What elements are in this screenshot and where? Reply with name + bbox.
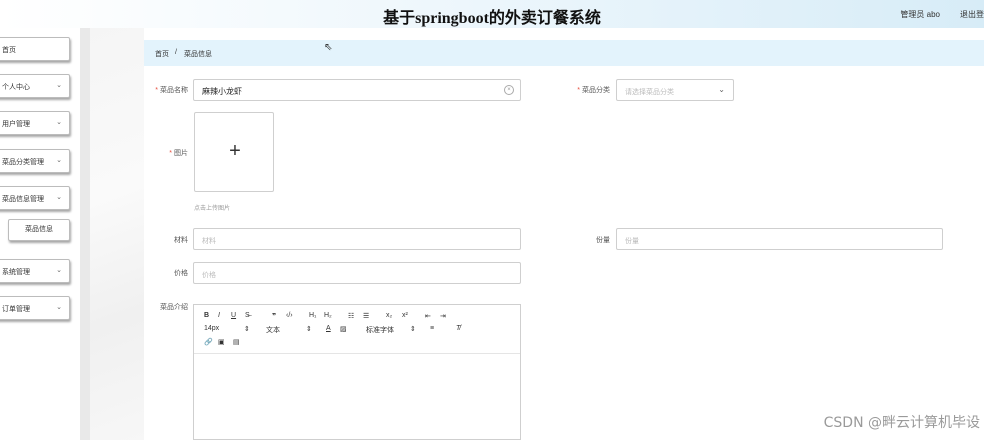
material-input[interactable]: 材料 bbox=[193, 228, 521, 250]
chevron-down-icon: ⌄ bbox=[718, 85, 725, 94]
app-title: 基于springboot的外卖订餐系统 bbox=[383, 10, 601, 27]
weight-label: 份量 bbox=[596, 237, 610, 244]
sidebar-item-label: 系统管理 bbox=[2, 269, 30, 276]
editor-content-area[interactable] bbox=[194, 354, 520, 439]
mouse-cursor-icon: ⇖ bbox=[324, 42, 333, 53]
updown-icon: ⇕ bbox=[306, 326, 312, 333]
sidebar-item-label: 菜品信息管理 bbox=[2, 196, 44, 203]
material-label: 材料 bbox=[174, 237, 188, 244]
required-mark: * bbox=[169, 150, 172, 157]
updown-icon: ⇕ bbox=[410, 326, 416, 333]
sidebar-divider bbox=[80, 28, 90, 440]
video-icon[interactable]: ▤ bbox=[233, 338, 240, 346]
dish-name-value: 麻辣小龙虾 bbox=[202, 87, 242, 96]
dish-category-select[interactable]: 请选择菜品分类 ⌄ bbox=[616, 79, 734, 101]
sidebar-item-label: 个人中心 bbox=[2, 84, 30, 91]
weight-placeholder: 份量 bbox=[625, 238, 639, 245]
ordered-list-icon[interactable]: ☷ bbox=[348, 312, 354, 320]
clear-icon[interactable]: × bbox=[504, 85, 514, 95]
blockquote-icon[interactable]: ❞ bbox=[272, 312, 276, 320]
sidebar-item-dish-info[interactable]: 菜品信息管理 ⌄ bbox=[0, 186, 70, 210]
breadcrumb: 首页 / 菜品信息 bbox=[144, 40, 984, 66]
material-placeholder: 材料 bbox=[202, 238, 216, 245]
background-panel bbox=[90, 28, 144, 440]
breadcrumb-current: 菜品信息 bbox=[184, 51, 212, 58]
chevron-down-icon: ⌄ bbox=[56, 304, 62, 311]
editor-toolbar: B I U S̶ ❞ ‹/› H₁ H₂ ☷ ☰ x₂ x² ⇤ ⇥ 14px … bbox=[194, 305, 520, 354]
italic-icon[interactable]: I bbox=[218, 312, 220, 319]
price-label: 价格 bbox=[174, 270, 188, 277]
watermark: CSDN @畔云计算机毕设 bbox=[823, 415, 980, 431]
current-user: 管理员 abo bbox=[900, 10, 940, 19]
sidebar-item-orders[interactable]: 订单管理 ⌄ bbox=[0, 296, 70, 320]
image-icon[interactable]: ▣ bbox=[218, 338, 225, 346]
updown-icon: ⇕ bbox=[244, 326, 250, 333]
bold-icon[interactable]: B bbox=[204, 312, 209, 319]
font-size-select[interactable]: 14px bbox=[204, 325, 219, 332]
required-mark: * bbox=[577, 87, 580, 94]
top-header: 基于springboot的外卖订餐系统 管理员 abo 退出登录 bbox=[0, 0, 984, 28]
indent-icon[interactable]: ⇥ bbox=[440, 312, 446, 320]
intro-label: 菜品介绍 bbox=[160, 304, 188, 311]
font-family-select[interactable]: 标准字体 bbox=[366, 325, 394, 335]
weight-input[interactable]: 份量 bbox=[616, 228, 943, 250]
sidebar-item-users[interactable]: 用户管理 ⌄ bbox=[0, 111, 70, 135]
image-upload-button[interactable]: + bbox=[194, 112, 274, 192]
breadcrumb-home[interactable]: 首页 bbox=[155, 49, 169, 59]
header-select[interactable]: 文本 bbox=[266, 325, 280, 335]
sidebar-item-label: 用户管理 bbox=[2, 121, 30, 128]
dish-category-label: * 菜品分类 bbox=[577, 87, 610, 94]
dish-name-label: * 菜品名称 bbox=[155, 87, 188, 94]
strike-icon[interactable]: S̶ bbox=[245, 312, 250, 319]
heading1-icon[interactable]: H₁ bbox=[309, 312, 316, 319]
upload-tip: 点击上传图片 bbox=[194, 206, 231, 212]
sidebar-item-profile[interactable]: 个人中心 ⌄ bbox=[0, 74, 70, 98]
sidebar-item-label: 菜品分类管理 bbox=[2, 159, 44, 166]
chevron-down-icon: ⌄ bbox=[56, 119, 62, 126]
link-icon[interactable]: 🔗 bbox=[204, 338, 213, 346]
sidebar-item-system[interactable]: 系统管理 ⌄ bbox=[0, 259, 70, 283]
sidebar-item-home[interactable]: 首页 bbox=[0, 37, 70, 61]
sidebar-subitem-dish-info[interactable]: 菜品信息 bbox=[8, 219, 70, 241]
price-input[interactable]: 价格 bbox=[193, 262, 521, 284]
subscript-icon[interactable]: x₂ bbox=[386, 312, 392, 319]
sidebar: 首页 个人中心 ⌄ 用户管理 ⌄ 菜品分类管理 ⌄ 菜品信息管理 ⌄ 菜品信息 … bbox=[0, 28, 80, 440]
background-color-icon[interactable]: ▨ bbox=[340, 325, 347, 333]
dish-category-placeholder: 请选择菜品分类 bbox=[625, 89, 674, 96]
logout-link[interactable]: 退出登录 bbox=[960, 9, 984, 20]
dish-name-input[interactable]: 麻辣小龙虾 × bbox=[193, 79, 521, 101]
superscript-icon[interactable]: x² bbox=[402, 312, 408, 319]
align-icon[interactable]: ≡ bbox=[430, 325, 434, 332]
sidebar-item-category[interactable]: 菜品分类管理 ⌄ bbox=[0, 149, 70, 173]
chevron-down-icon: ⌄ bbox=[56, 157, 62, 164]
sidebar-item-label: 首页 bbox=[2, 47, 16, 54]
code-icon[interactable]: ‹/› bbox=[286, 312, 293, 319]
rich-text-editor: B I U S̶ ❞ ‹/› H₁ H₂ ☷ ☰ x₂ x² ⇤ ⇥ 14px … bbox=[193, 304, 521, 440]
image-label: * 图片 bbox=[169, 150, 188, 157]
chevron-down-icon: ⌄ bbox=[56, 267, 62, 274]
font-color-icon[interactable]: A bbox=[326, 325, 331, 332]
heading2-icon[interactable]: H₂ bbox=[324, 312, 332, 319]
outdent-icon[interactable]: ⇤ bbox=[425, 312, 431, 320]
breadcrumb-separator: / bbox=[175, 49, 177, 56]
bullet-list-icon[interactable]: ☰ bbox=[363, 312, 369, 320]
price-placeholder: 价格 bbox=[202, 272, 216, 279]
chevron-down-icon: ⌄ bbox=[56, 194, 62, 201]
required-mark: * bbox=[155, 87, 158, 94]
main-content: 首页 / 菜品信息 * 菜品名称 麻辣小龙虾 × * 菜品分类 请选择菜品分类 ⌄ … bbox=[144, 40, 984, 440]
clear-format-icon[interactable]: T̸ bbox=[456, 325, 460, 332]
sidebar-item-label: 订单管理 bbox=[2, 306, 30, 313]
underline-icon[interactable]: U bbox=[231, 312, 236, 319]
plus-icon: + bbox=[229, 140, 241, 162]
chevron-down-icon: ⌄ bbox=[56, 82, 62, 89]
